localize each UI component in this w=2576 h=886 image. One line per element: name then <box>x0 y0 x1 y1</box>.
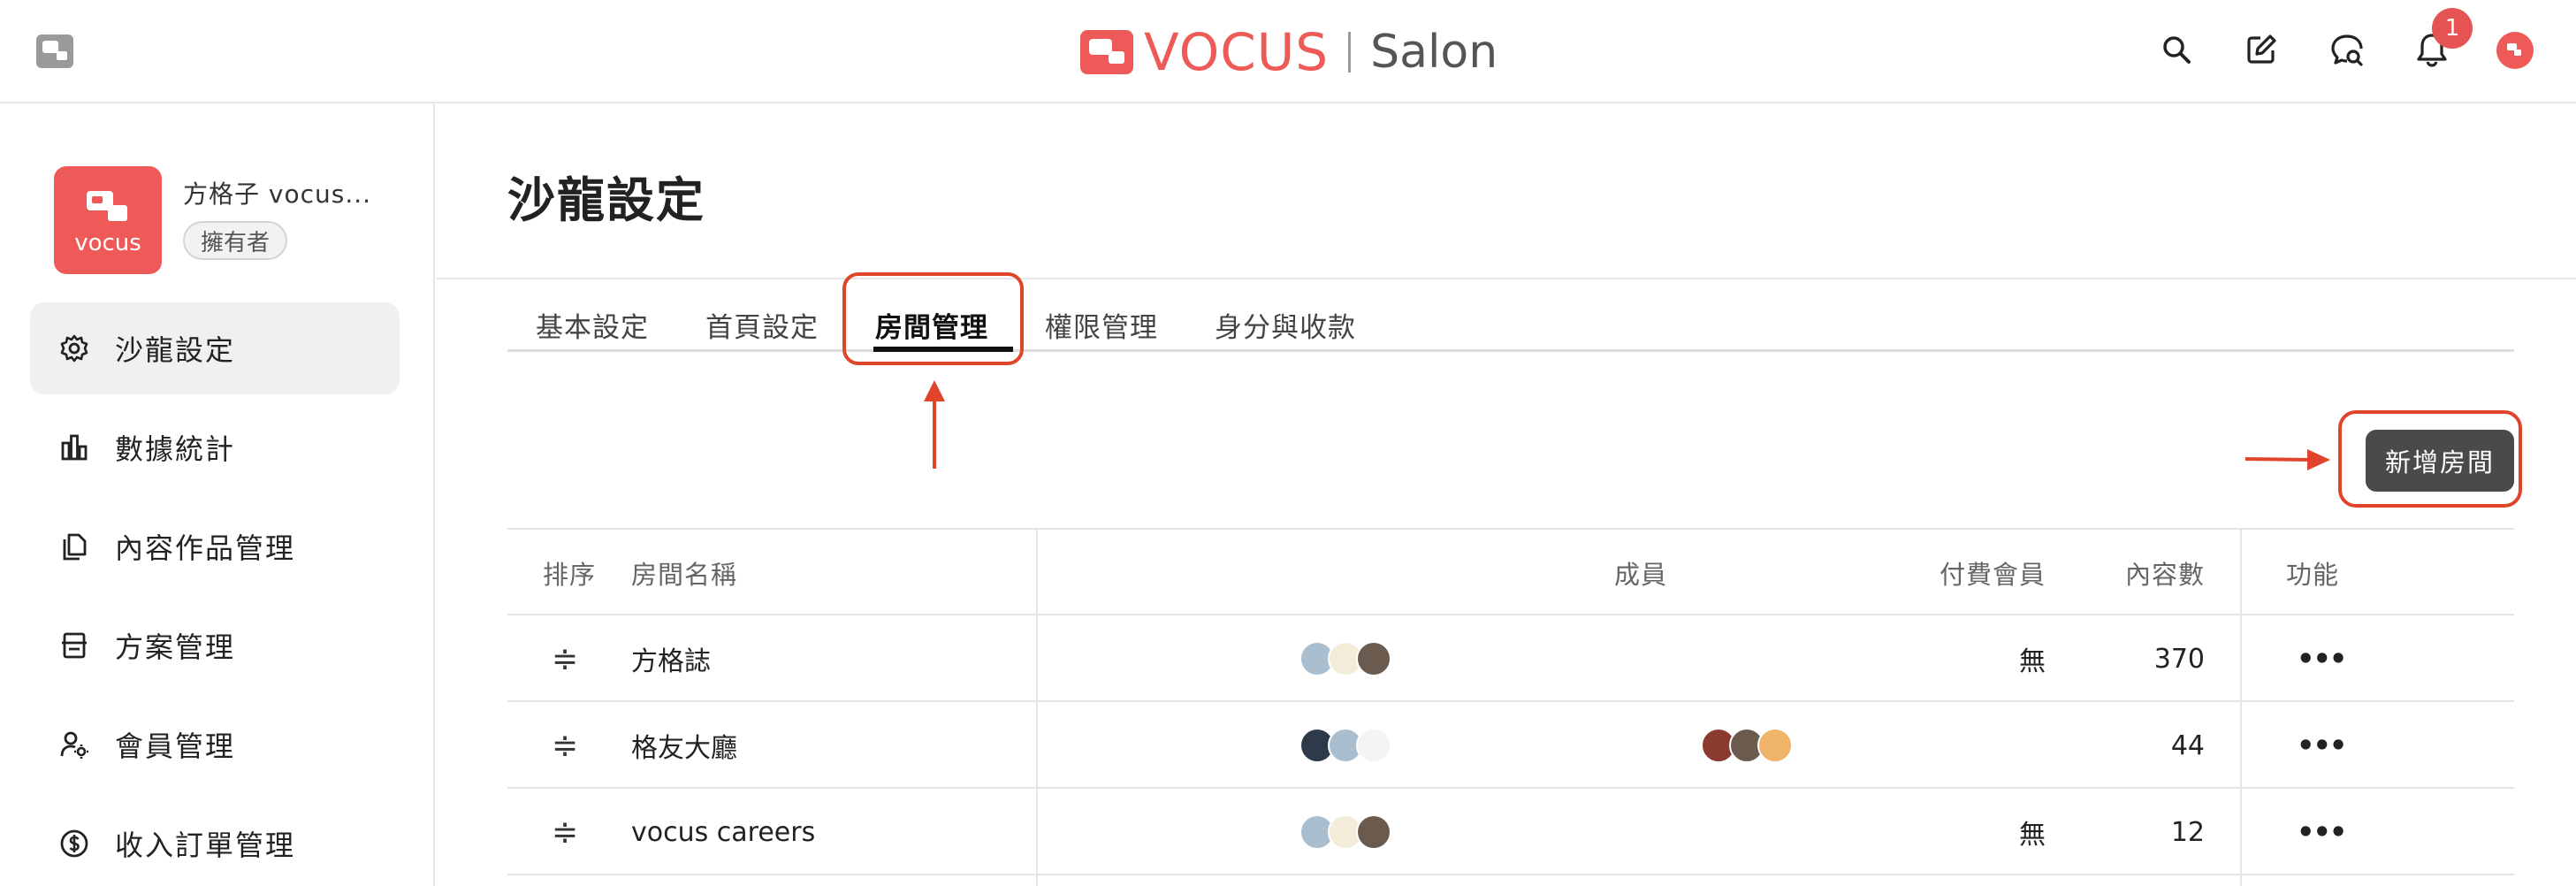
sidebar-item-members[interactable]: 會員管理 <box>30 699 400 791</box>
sidebar-item-revenue[interactable]: 收入訂單管理 <box>30 798 400 886</box>
content-count: 44 <box>2170 729 2205 761</box>
sidebar-item-statistics[interactable]: 數據統計 <box>30 401 400 493</box>
member-avatar <box>1356 641 1391 676</box>
content-count: 12 <box>2170 816 2205 848</box>
column-header-members: 成員 <box>1613 560 1667 590</box>
member-avatars <box>1299 615 1391 702</box>
tab-permission-management[interactable]: 權限管理 <box>1045 297 1158 352</box>
annotation-tab-highlight <box>842 272 1024 365</box>
paid-members: 無 <box>2019 646 2046 677</box>
tab-identity-payment[interactable]: 身分與收款 <box>1215 297 1356 352</box>
drag-handle-icon[interactable]: ≑ <box>543 615 587 702</box>
search-icon[interactable] <box>2157 30 2196 69</box>
sidebar-item-salon-settings[interactable]: 沙龍設定 <box>30 302 400 394</box>
dollar-icon <box>57 826 92 861</box>
paid-members: 無 <box>2019 820 2046 851</box>
sidebar-item-label: 內容作品管理 <box>115 531 296 565</box>
paid-member-avatars <box>1701 702 1793 789</box>
plan-icon <box>57 628 92 663</box>
column-header-paid-members: 付費會員 <box>1939 560 2046 590</box>
salon-name[interactable]: 方格子 vocus... <box>183 175 371 210</box>
member-settings-icon <box>57 727 92 762</box>
member-avatars <box>1299 789 1391 875</box>
role-badge: 擁有者 <box>183 221 288 260</box>
table-header: 排序 房間名稱 成員 付費會員 內容數 功能 <box>507 528 2514 615</box>
tab-basic-settings[interactable]: 基本設定 <box>536 297 649 352</box>
room-name[interactable]: 格友大廳 <box>631 702 737 789</box>
column-header-name: 房間名稱 <box>631 560 738 590</box>
table-row: ≑ vocus careers 無 12 ••• <box>507 789 2514 875</box>
rooms-table: 排序 房間名稱 成員 付費會員 內容數 功能 ≑ 方格誌 無 370 ••• ≑… <box>507 528 2514 886</box>
brand-product: Salon <box>1370 26 1498 79</box>
tab-bar: 基本設定 首頁設定 房間管理 權限管理 身分與收款 <box>507 297 2514 352</box>
content-count: 370 <box>2153 643 2205 675</box>
table-row: ≑ 方格誌 無 370 ••• <box>507 615 2514 702</box>
page-title: 沙龍設定 <box>507 172 705 228</box>
more-actions-icon[interactable]: ••• <box>2297 789 2347 875</box>
sidebar-item-label: 沙龍設定 <box>115 333 236 367</box>
member-avatar <box>1757 728 1793 763</box>
gear-icon <box>57 331 92 366</box>
more-actions-icon[interactable]: ••• <box>2297 702 2347 789</box>
sidebar-item-plans[interactable]: 方案管理 <box>30 600 400 691</box>
brand-word: VOCUS <box>1144 22 1330 82</box>
notification-badge: 1 <box>2432 8 2473 49</box>
member-avatar <box>1356 814 1391 850</box>
top-bar: VOCUS Salon 1 <box>0 0 2576 103</box>
column-header-order: 排序 <box>543 560 597 590</box>
sidebar-item-label: 收入訂單管理 <box>115 829 296 862</box>
brand-logo[interactable]: VOCUS Salon <box>1080 27 1498 78</box>
salon-logo[interactable]: vocus <box>54 166 162 274</box>
user-avatar[interactable] <box>2496 32 2534 69</box>
documents-icon <box>57 529 92 564</box>
more-actions-icon[interactable]: ••• <box>2297 615 2347 702</box>
member-avatar <box>1356 728 1391 763</box>
sidebar-item-label: 數據統計 <box>115 432 236 466</box>
brand-divider <box>1348 32 1352 73</box>
vocus-mark-icon <box>1080 30 1133 74</box>
tab-homepage-settings[interactable]: 首頁設定 <box>705 297 819 352</box>
compose-icon[interactable] <box>2242 30 2281 69</box>
salon-logo-text: vocus <box>74 230 141 256</box>
annotation-arrow-right-icon <box>2245 449 2330 470</box>
drag-handle-icon[interactable]: ≑ <box>543 702 587 789</box>
sidebar-item-content[interactable]: 內容作品管理 <box>30 500 400 592</box>
room-name[interactable]: vocus careers <box>631 789 815 875</box>
column-header-actions: 功能 <box>2286 560 2340 590</box>
annotation-arrow-up-icon <box>924 380 945 469</box>
sidebar: vocus 方格子 vocus... 擁有者 沙龍設定 數據統計 內容作品管理 … <box>0 104 435 886</box>
column-header-content-count: 內容數 <box>2124 560 2205 590</box>
chat-icon[interactable] <box>2328 30 2366 69</box>
drag-handle-icon[interactable]: ≑ <box>543 789 587 875</box>
member-avatars <box>1299 702 1391 789</box>
annotation-button-highlight <box>2338 410 2522 508</box>
table-row: ≑ 格友大廳 44 ••• <box>507 702 2514 789</box>
bar-chart-icon <box>57 430 92 465</box>
sidebar-item-label: 會員管理 <box>115 729 236 763</box>
divider <box>437 278 2576 279</box>
menu-logo-icon[interactable] <box>35 34 74 69</box>
sidebar-item-label: 方案管理 <box>115 630 236 664</box>
room-name[interactable]: 方格誌 <box>631 615 711 702</box>
